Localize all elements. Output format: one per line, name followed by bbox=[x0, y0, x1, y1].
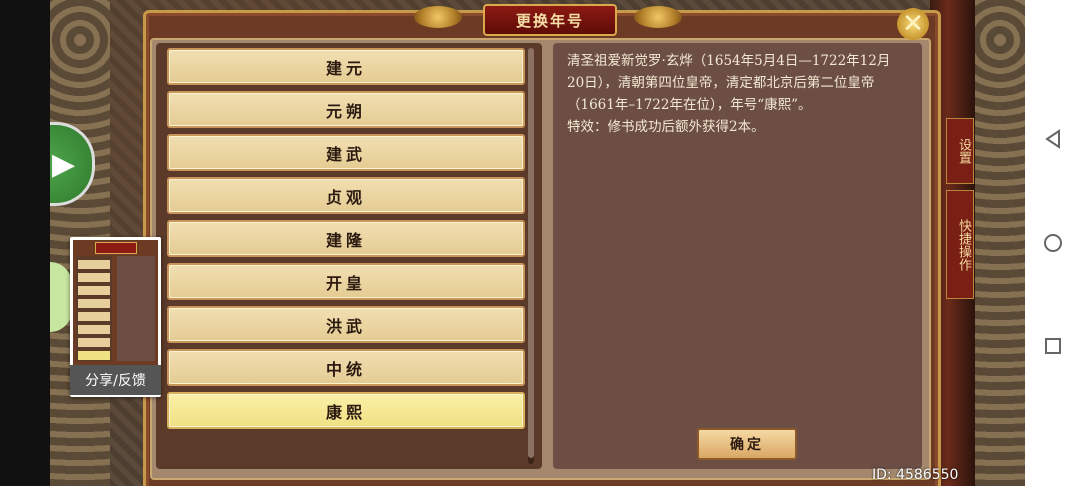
share-feedback-label[interactable]: 分享/反馈 bbox=[70, 365, 161, 395]
thumb-row-icon bbox=[78, 325, 110, 334]
era-item[interactable]: 开皇 bbox=[167, 263, 525, 300]
thumb-desc-icon bbox=[117, 256, 155, 361]
title-ornament-right bbox=[634, 6, 682, 28]
confirm-button[interactable]: 确定 bbox=[697, 428, 797, 460]
era-item[interactable]: 建元 bbox=[167, 48, 525, 85]
era-item[interactable]: 建武 bbox=[167, 134, 525, 171]
thumb-row-icon bbox=[78, 286, 110, 295]
thumb-row-icon bbox=[78, 273, 110, 282]
era-item-selected[interactable]: 康熙 bbox=[167, 392, 525, 429]
era-item[interactable]: 洪武 bbox=[167, 306, 525, 343]
thumb-row-icon bbox=[78, 338, 110, 347]
close-icon: ✕ bbox=[902, 9, 924, 39]
thumb-row-icon bbox=[78, 260, 110, 269]
thumb-row-icon bbox=[78, 299, 110, 308]
era-item[interactable]: 建隆 bbox=[167, 220, 525, 257]
description-text: 清圣祖爱新觉罗·玄烨（1654年5月4日—1722年12月20日），清朝第四位皇… bbox=[567, 50, 907, 138]
thumb-title-icon bbox=[95, 242, 137, 254]
era-item[interactable]: 贞观 bbox=[167, 177, 525, 214]
thumb-row-icon bbox=[78, 312, 110, 321]
scroll-thumb[interactable] bbox=[528, 48, 534, 458]
thumb-list-icon bbox=[76, 256, 112, 361]
recent-square-icon[interactable] bbox=[1042, 335, 1064, 357]
thumb-row-icon bbox=[78, 351, 110, 360]
right-ornament bbox=[975, 0, 1025, 486]
quick-ops-tag[interactable]: 快捷操作 bbox=[946, 190, 974, 299]
home-circle-icon[interactable] bbox=[1042, 232, 1064, 254]
floating-ball[interactable] bbox=[50, 262, 72, 332]
description-bio: 清圣祖爱新觉罗·玄烨（1654年5月4日—1722年12月20日），清朝第四位皇… bbox=[567, 53, 891, 113]
list-scrollbar[interactable] bbox=[528, 48, 534, 464]
close-button[interactable]: ✕ bbox=[897, 8, 929, 40]
settings-tag[interactable]: 设置 bbox=[946, 118, 974, 184]
share-feedback-card[interactable]: 分享/反馈 bbox=[70, 237, 161, 397]
description-effect: 特效：修书成功后额外获得2本。 bbox=[567, 119, 765, 135]
play-arrow-icon: ▶ bbox=[52, 146, 76, 182]
android-nav-bar bbox=[1025, 0, 1080, 486]
era-item[interactable]: 中统 bbox=[167, 349, 525, 386]
back-triangle-icon[interactable] bbox=[1042, 128, 1064, 150]
era-item[interactable]: 元朔 bbox=[167, 91, 525, 128]
title-ornament-left bbox=[414, 6, 462, 28]
game-screen: 设置 快捷操作 更换年号 ✕ 建元 元朔 建武 贞观 建隆 开皇 洪武 中统 康… bbox=[0, 0, 1080, 486]
dialog-title: 更换年号 bbox=[483, 4, 617, 36]
player-id: ID: 4586550 bbox=[872, 467, 959, 483]
screenshot-thumbnail bbox=[73, 240, 158, 365]
